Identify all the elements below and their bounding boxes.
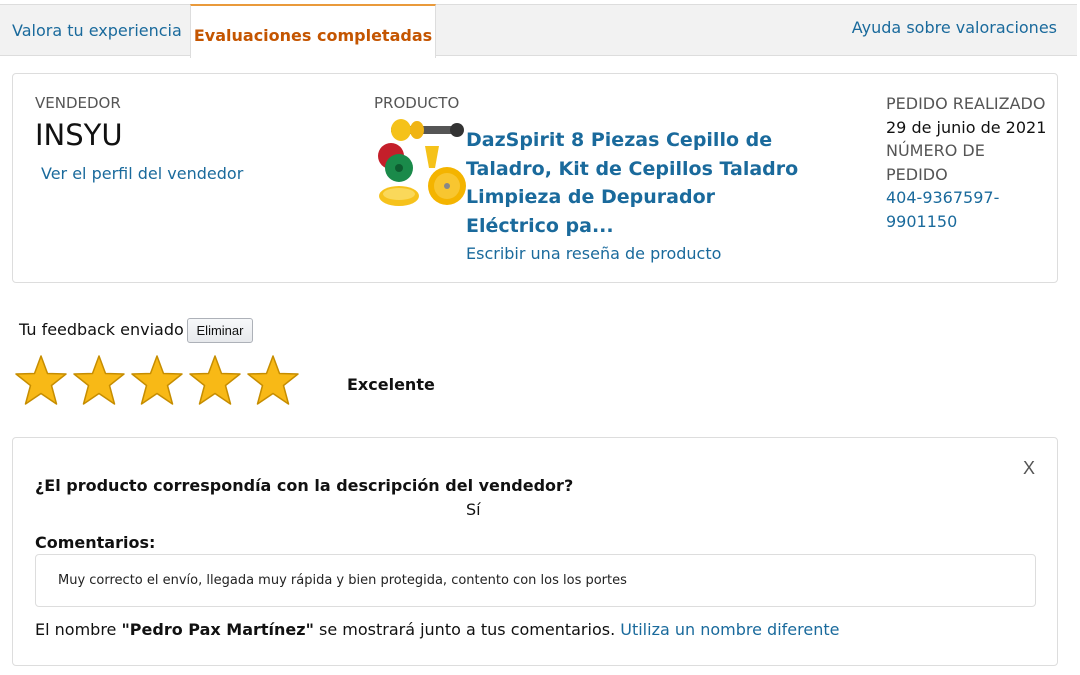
star-icon[interactable]: [72, 354, 126, 408]
order-number-label: NÚMERO DE PEDIDO: [886, 141, 985, 184]
order-placed-date: 29 de junio de 2021: [886, 117, 1047, 137]
delete-feedback-button[interactable]: Eliminar: [187, 318, 253, 343]
star-icon[interactable]: [188, 354, 242, 408]
order-number-link[interactable]: 404-9367597-9901150: [886, 186, 1051, 233]
seller-label: VENDEDOR: [35, 94, 121, 112]
question-text: ¿El producto correspondía con la descrip…: [35, 476, 574, 495]
display-name-note: El nombre "Pedro Pax Martínez" se mostra…: [35, 620, 839, 639]
star-icon[interactable]: [130, 354, 184, 408]
product-image[interactable]: [377, 116, 467, 210]
write-product-review-link[interactable]: Escribir una reseña de producto: [466, 244, 721, 263]
seller-profile-link[interactable]: Ver el perfil del vendedor: [41, 164, 243, 183]
star-icon[interactable]: [246, 354, 300, 408]
tab-rate-experience[interactable]: Valora tu experiencia: [12, 5, 182, 57]
star-icon[interactable]: [14, 354, 68, 408]
comments-label: Comentarios:: [35, 533, 156, 552]
seller-name: INSYU: [35, 118, 123, 152]
order-info: PEDIDO REALIZADO 29 de junio de 2021 NÚM…: [886, 92, 1051, 233]
ratings-help-link[interactable]: Ayuda sobre valoraciones: [852, 5, 1057, 57]
rating-text: Excelente: [347, 375, 435, 394]
name-suffix: se mostrará junto a tus comentarios.: [313, 620, 621, 639]
name-prefix: El nombre: [35, 620, 122, 639]
tab-bar: Valora tu experiencia Evaluaciones compl…: [0, 4, 1077, 58]
comment-box: Muy correcto el envío, llegada muy rápid…: [35, 554, 1036, 607]
change-name-link[interactable]: Utiliza un nombre diferente: [620, 620, 839, 639]
product-label: PRODUCTO: [374, 94, 460, 112]
feedback-sent-label: Tu feedback enviado: [19, 320, 184, 339]
answer-text: Sí: [466, 500, 481, 519]
feedback-details-card: X ¿El producto correspondía con la descr…: [12, 437, 1058, 666]
display-name: "Pedro Pax Martínez": [121, 620, 314, 639]
star-rating[interactable]: [14, 354, 300, 410]
tab-completed-reviews[interactable]: Evaluaciones completadas: [190, 4, 436, 58]
close-icon[interactable]: X: [1023, 458, 1035, 479]
product-title-link[interactable]: DazSpirit 8 Piezas Cepillo de Taladro, K…: [466, 126, 806, 240]
order-summary-card: VENDEDOR INSYU Ver el perfil del vendedo…: [12, 73, 1058, 283]
order-placed-label: PEDIDO REALIZADO: [886, 94, 1046, 113]
